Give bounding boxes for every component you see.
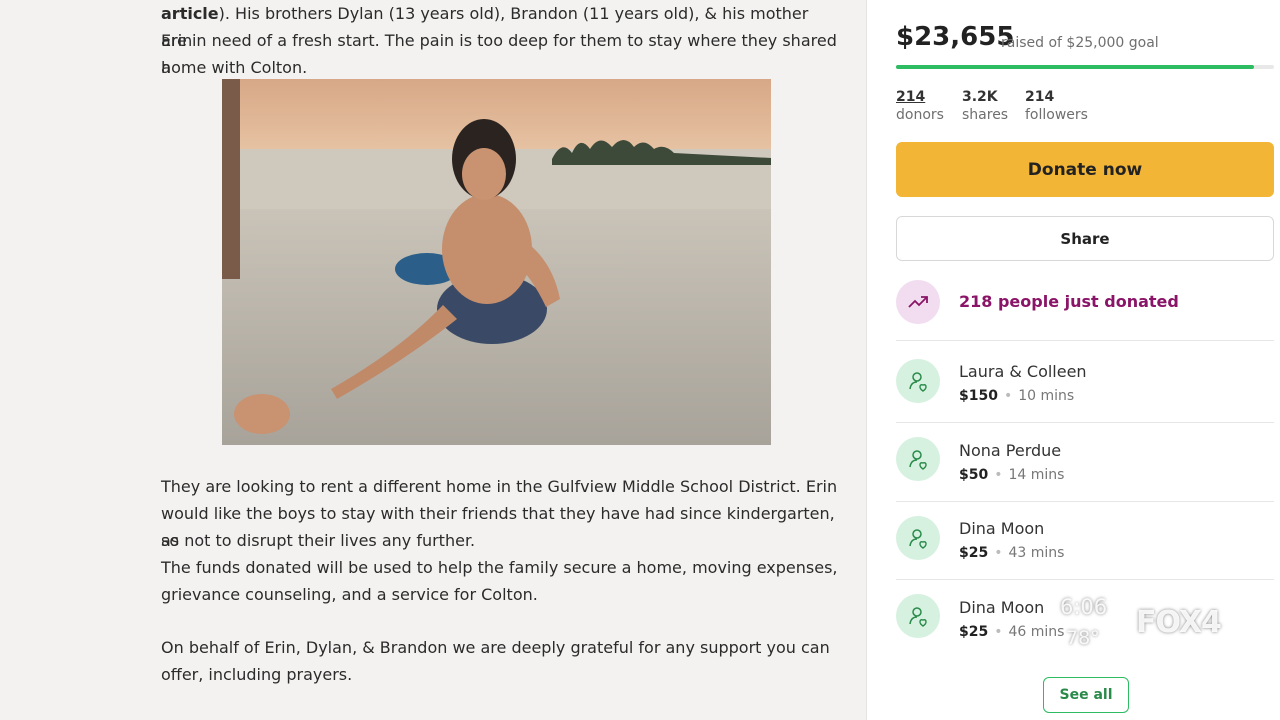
donor-icon: [896, 359, 940, 403]
donation-time: 46 mins: [1008, 624, 1065, 640]
trending-icon: [896, 280, 940, 324]
progress-bar: [896, 65, 1274, 69]
recent-donations-count: 218 people just donated: [959, 292, 1179, 311]
see-all-button[interactable]: See all: [1043, 677, 1129, 713]
stat-donors-label: donors: [896, 107, 944, 123]
fox4-logo: FOX4: [1136, 605, 1222, 640]
divider: [896, 579, 1274, 580]
story-photo: [222, 79, 771, 445]
donation-amount: $25: [959, 545, 989, 561]
stat-donors-count: 214: [896, 89, 926, 105]
story-paragraph-3-line-2: offer, including prayers.: [161, 665, 353, 684]
story-paragraph-1-line-3: home with Colton.: [161, 58, 308, 77]
amount-raised: $23,655: [896, 22, 1015, 52]
story-paragraph-2-line-3: as not to disrupt their lives any furthe…: [161, 531, 476, 550]
donor-name: Dina Moon: [959, 519, 1045, 538]
donor-icon: [896, 594, 940, 638]
donation-time: 14 mins: [1008, 467, 1065, 483]
story-panel: article). His brothers Dylan (13 years o…: [0, 0, 866, 720]
donation-amount: $50: [959, 467, 989, 483]
donor-name: Dina Moon: [959, 598, 1045, 617]
donor-name: Nona Perdue: [959, 441, 1062, 460]
donation-amount: $150: [959, 388, 998, 404]
stat-shares-label: shares: [962, 107, 1009, 123]
stat-donors[interactable]: 214 donors: [896, 88, 944, 124]
donate-now-button[interactable]: Donate now: [896, 142, 1274, 197]
donation-amount: $25: [959, 624, 989, 640]
stat-followers-count: 214: [1025, 89, 1055, 105]
story-paragraph-2-line-1: They are looking to rent a different hom…: [161, 477, 838, 496]
donation-meta: $25 • 46 mins: [959, 624, 1065, 640]
article-link[interactable]: article: [161, 4, 219, 23]
story-paragraph-3-line-1: On behalf of Erin, Dylan, & Brandon we a…: [161, 638, 830, 657]
share-button[interactable]: Share: [896, 216, 1274, 261]
broadcast-temperature: 78°: [1066, 627, 1100, 649]
donor-icon: [896, 437, 940, 481]
progress-bar-fill: [896, 65, 1254, 69]
donor-icon: [896, 516, 940, 560]
donation-meta: $150 • 10 mins: [959, 388, 1075, 404]
story-paragraph-2-line-5: grievance counseling, and a service for …: [161, 585, 538, 604]
stat-shares-count: 3.2K: [962, 89, 998, 105]
stat-shares: 3.2K shares: [962, 88, 1008, 124]
donation-meta: $50 • 14 mins: [959, 467, 1065, 483]
donation-time: 43 mins: [1008, 545, 1065, 561]
goal-text: raised of $25,000 goal: [1001, 35, 1159, 51]
donor-name: Laura & Colleen: [959, 362, 1087, 381]
stat-followers-label: followers: [1025, 107, 1088, 123]
donation-meta: $25 • 43 mins: [959, 545, 1065, 561]
divider: [896, 422, 1274, 423]
divider: [896, 501, 1274, 502]
broadcast-time: 6:06: [1060, 595, 1108, 619]
stat-followers: 214 followers: [1025, 88, 1088, 124]
donation-time: 10 mins: [1018, 388, 1075, 404]
broadcast-divider: [1126, 598, 1128, 650]
story-paragraph-2-line-4: The funds donated will be used to help t…: [161, 558, 838, 577]
divider: [896, 340, 1274, 341]
